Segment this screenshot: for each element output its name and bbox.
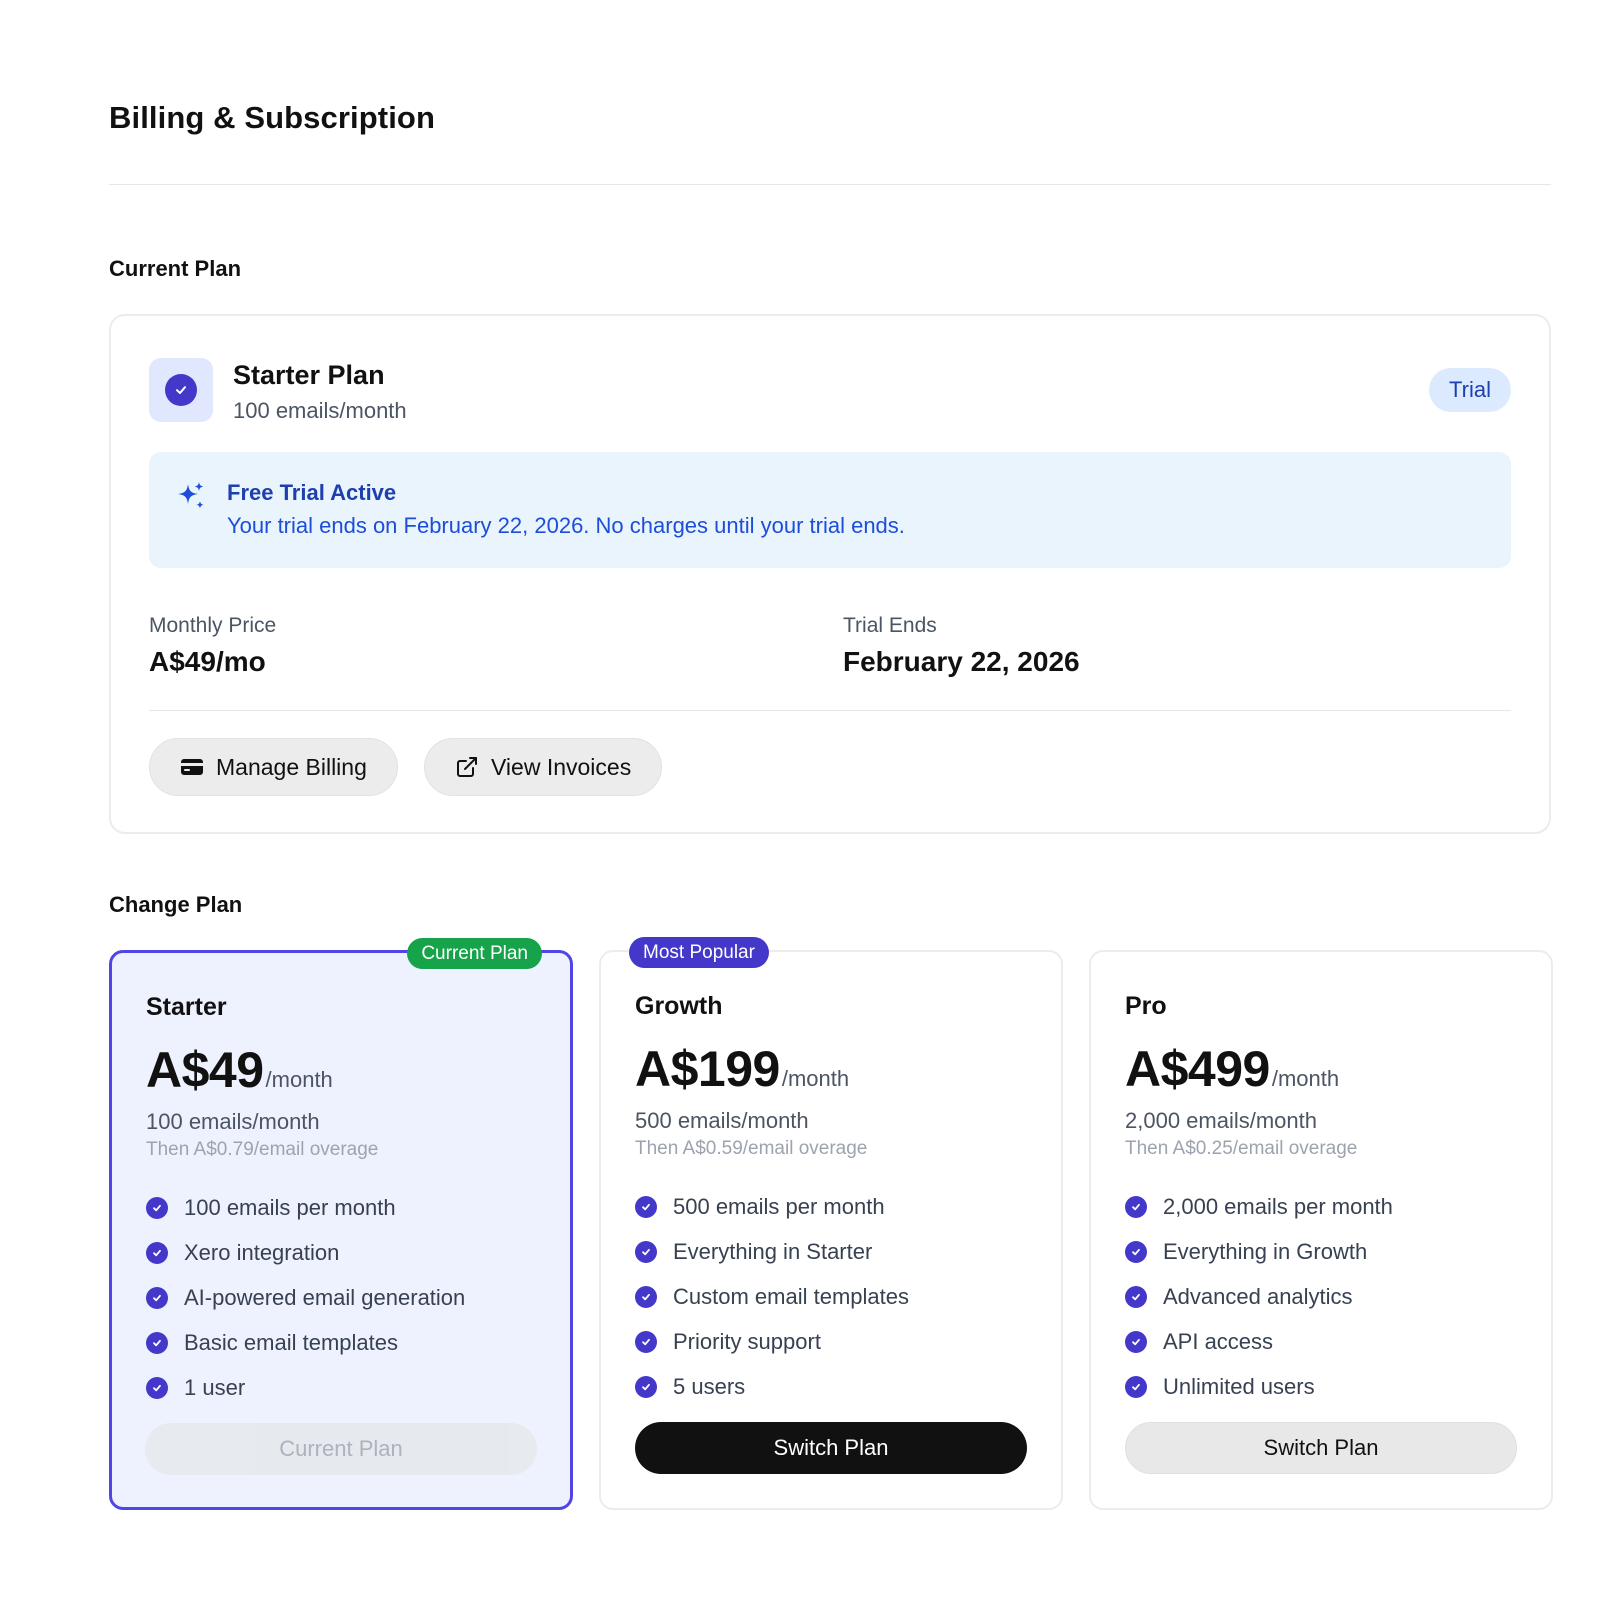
manage-billing-label: Manage Billing xyxy=(216,753,367,780)
feature-item: Everything in Starter xyxy=(635,1229,909,1274)
current-plan-button[interactable]: Current Plan xyxy=(145,1423,537,1475)
feature-item: 5 users xyxy=(635,1364,909,1409)
monthly-price-value: A$49/mo xyxy=(149,646,266,677)
feature-item: Unlimited users xyxy=(1125,1364,1393,1409)
title-divider xyxy=(109,184,1551,185)
feature-item: Advanced analytics xyxy=(1125,1274,1393,1319)
tier-overage: Then A$0.25/email overage xyxy=(1125,1138,1358,1159)
check-circle-icon xyxy=(1125,1375,1147,1398)
plan-card-starter: Current Plan Starter A$49 /month 100 ema… xyxy=(109,938,573,1510)
feature-item: 2,000 emails per month xyxy=(1125,1184,1393,1229)
monthly-price-label: Monthly Price xyxy=(149,614,277,637)
feature-list: 500 emails per month Everything in Start… xyxy=(635,1184,909,1409)
check-circle-icon xyxy=(1125,1285,1147,1308)
credit-card-icon xyxy=(181,759,203,775)
check-circle-icon xyxy=(146,1376,168,1399)
current-plan-quota: 100 emails/month xyxy=(233,398,407,423)
plan-icon-tile xyxy=(149,358,213,422)
check-circle-icon xyxy=(146,1241,168,1264)
banner-text: Your trial ends on February 22, 2026. No… xyxy=(227,513,905,538)
tier-name: Growth xyxy=(635,992,723,1020)
check-circle-icon xyxy=(1125,1240,1147,1263)
view-invoices-label: View Invoices xyxy=(491,753,632,780)
tier-quota: 500 emails/month xyxy=(635,1108,809,1133)
tier-name: Pro xyxy=(1125,992,1167,1020)
current-plan-name: Starter Plan xyxy=(233,360,385,390)
switch-plan-button-pro[interactable]: Switch Plan xyxy=(1125,1422,1517,1474)
tier-price: A$199 xyxy=(635,1041,780,1097)
page-title: Billing & Subscription xyxy=(109,100,435,135)
check-circle-icon xyxy=(635,1375,657,1398)
tier-quota: 100 emails/month xyxy=(146,1109,320,1134)
check-circle-icon xyxy=(635,1330,657,1353)
external-link-icon xyxy=(457,757,477,777)
tier-overage: Then A$0.79/email overage xyxy=(146,1139,379,1160)
tier-period: /month xyxy=(1271,1066,1340,1091)
check-circle-icon xyxy=(165,374,197,406)
banner-title: Free Trial Active xyxy=(227,480,397,505)
price-row: A$199 /month xyxy=(635,1040,849,1098)
sparkles-icon xyxy=(178,482,204,509)
plan-card-growth: Most Popular Growth A$199 /month 500 ema… xyxy=(599,937,1063,1510)
check-circle-icon xyxy=(635,1285,657,1308)
current-plan-section-label: Current Plan xyxy=(109,256,242,281)
feature-list: 2,000 emails per month Everything in Gro… xyxy=(1125,1184,1393,1409)
trial-badge: Trial xyxy=(1429,368,1511,412)
change-plan-section-label: Change Plan xyxy=(109,892,243,917)
switch-plan-button-growth[interactable]: Switch Plan xyxy=(635,1422,1027,1474)
tier-price: A$49 xyxy=(146,1042,264,1098)
trial-ends-value: February 22, 2026 xyxy=(843,646,1080,677)
check-circle-icon xyxy=(146,1286,168,1309)
feature-item: Custom email templates xyxy=(635,1274,909,1319)
price-row: A$499 /month xyxy=(1125,1040,1339,1098)
plan-card-pro: Pro A$499 /month 2,000 emails/month Then… xyxy=(1089,950,1553,1510)
tier-quota: 2,000 emails/month xyxy=(1125,1108,1317,1133)
feature-item: Xero integration xyxy=(146,1230,465,1275)
check-circle-icon xyxy=(146,1331,168,1354)
feature-item: AI-powered email generation xyxy=(146,1275,465,1320)
tier-period: /month xyxy=(781,1066,850,1091)
card-divider xyxy=(149,710,1511,711)
feature-item: 500 emails per month xyxy=(635,1184,909,1229)
feature-item: 1 user xyxy=(146,1365,465,1410)
manage-billing-button[interactable]: Manage Billing xyxy=(149,738,398,796)
trial-ends-label: Trial Ends xyxy=(843,614,937,637)
current-plan-ribbon: Current Plan xyxy=(407,938,542,969)
tier-period: /month xyxy=(265,1067,333,1092)
price-row: A$49 /month xyxy=(146,1041,333,1099)
view-invoices-button[interactable]: View Invoices xyxy=(424,738,663,796)
current-plan-card: Starter Plan 100 emails/month Trial Free… xyxy=(109,314,1551,834)
free-trial-banner: Free Trial Active Your trial ends on Feb… xyxy=(149,452,1511,568)
feature-list: 100 emails per month Xero integration AI… xyxy=(146,1185,465,1410)
tier-overage: Then A$0.59/email overage xyxy=(635,1138,868,1159)
check-circle-icon xyxy=(1125,1330,1147,1353)
check-circle-icon xyxy=(635,1240,657,1263)
feature-item: Priority support xyxy=(635,1319,909,1364)
check-circle-icon xyxy=(635,1195,657,1218)
most-popular-ribbon: Most Popular xyxy=(629,937,769,968)
feature-item: Everything in Growth xyxy=(1125,1229,1393,1274)
check-circle-icon xyxy=(146,1196,168,1219)
feature-item: 100 emails per month xyxy=(146,1185,465,1230)
tier-name: Starter xyxy=(146,993,227,1021)
check-circle-icon xyxy=(1125,1195,1147,1218)
feature-item: API access xyxy=(1125,1319,1393,1364)
feature-item: Basic email templates xyxy=(146,1320,465,1365)
tier-price: A$499 xyxy=(1125,1041,1270,1097)
